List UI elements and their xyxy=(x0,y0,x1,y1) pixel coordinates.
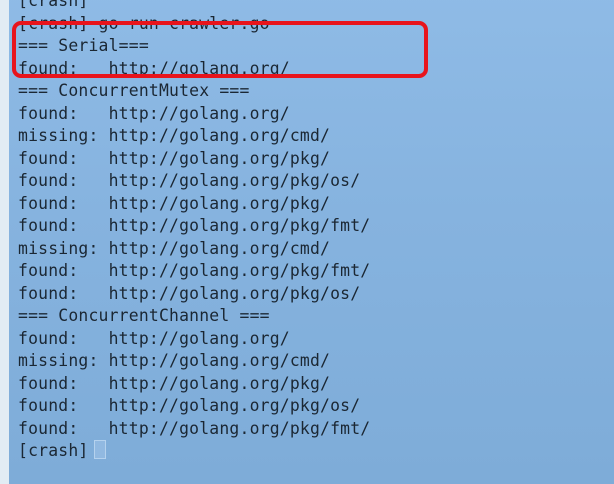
terminal-prompt-line[interactable]: [crash] xyxy=(18,440,370,463)
terminal-cursor[interactable] xyxy=(94,440,107,459)
terminal-line: found: http://golang.org/pkg/fmt/ xyxy=(18,418,371,438)
terminal-line: found: http://golang.org/pkg/os/ xyxy=(18,396,361,415)
terminal-line: found: http://golang.org/pkg/ xyxy=(18,373,331,393)
terminal-line: found: http://golang.org/pkg/ xyxy=(18,193,331,213)
terminal-line: found: http://golang.org/pkg/fmt/ xyxy=(18,216,371,235)
terminal-line: missing: http://golang.org/cmd/ xyxy=(18,126,331,145)
terminal-line: missing: http://golang.org/cmd/ xyxy=(18,351,331,370)
terminal-prompt: [crash] xyxy=(18,441,89,460)
terminal-line: [crash] xyxy=(18,0,89,10)
terminal-line: missing: http://golang.org/cmd/ xyxy=(18,238,331,258)
terminal-line: found: http://golang.org/ xyxy=(18,328,290,348)
terminal-line-section-header: === ConcurrentChannel === xyxy=(18,306,270,325)
terminal-line: found: http://golang.org/pkg/os/ xyxy=(18,283,361,303)
terminal-line: found: http://golang.org/ xyxy=(18,103,290,123)
terminal-window[interactable]: [crash] [crash] go run crawler.go === Se… xyxy=(9,0,614,484)
highlight-annotation-box xyxy=(12,21,428,78)
terminal-line: found: http://golang.org/pkg/fmt/ xyxy=(18,261,371,280)
terminal-line-section-header: === ConcurrentMutex === xyxy=(18,81,250,100)
terminal-line: found: http://golang.org/pkg/ xyxy=(18,148,331,168)
terminal-line: found: http://golang.org/pkg/os/ xyxy=(18,171,361,190)
